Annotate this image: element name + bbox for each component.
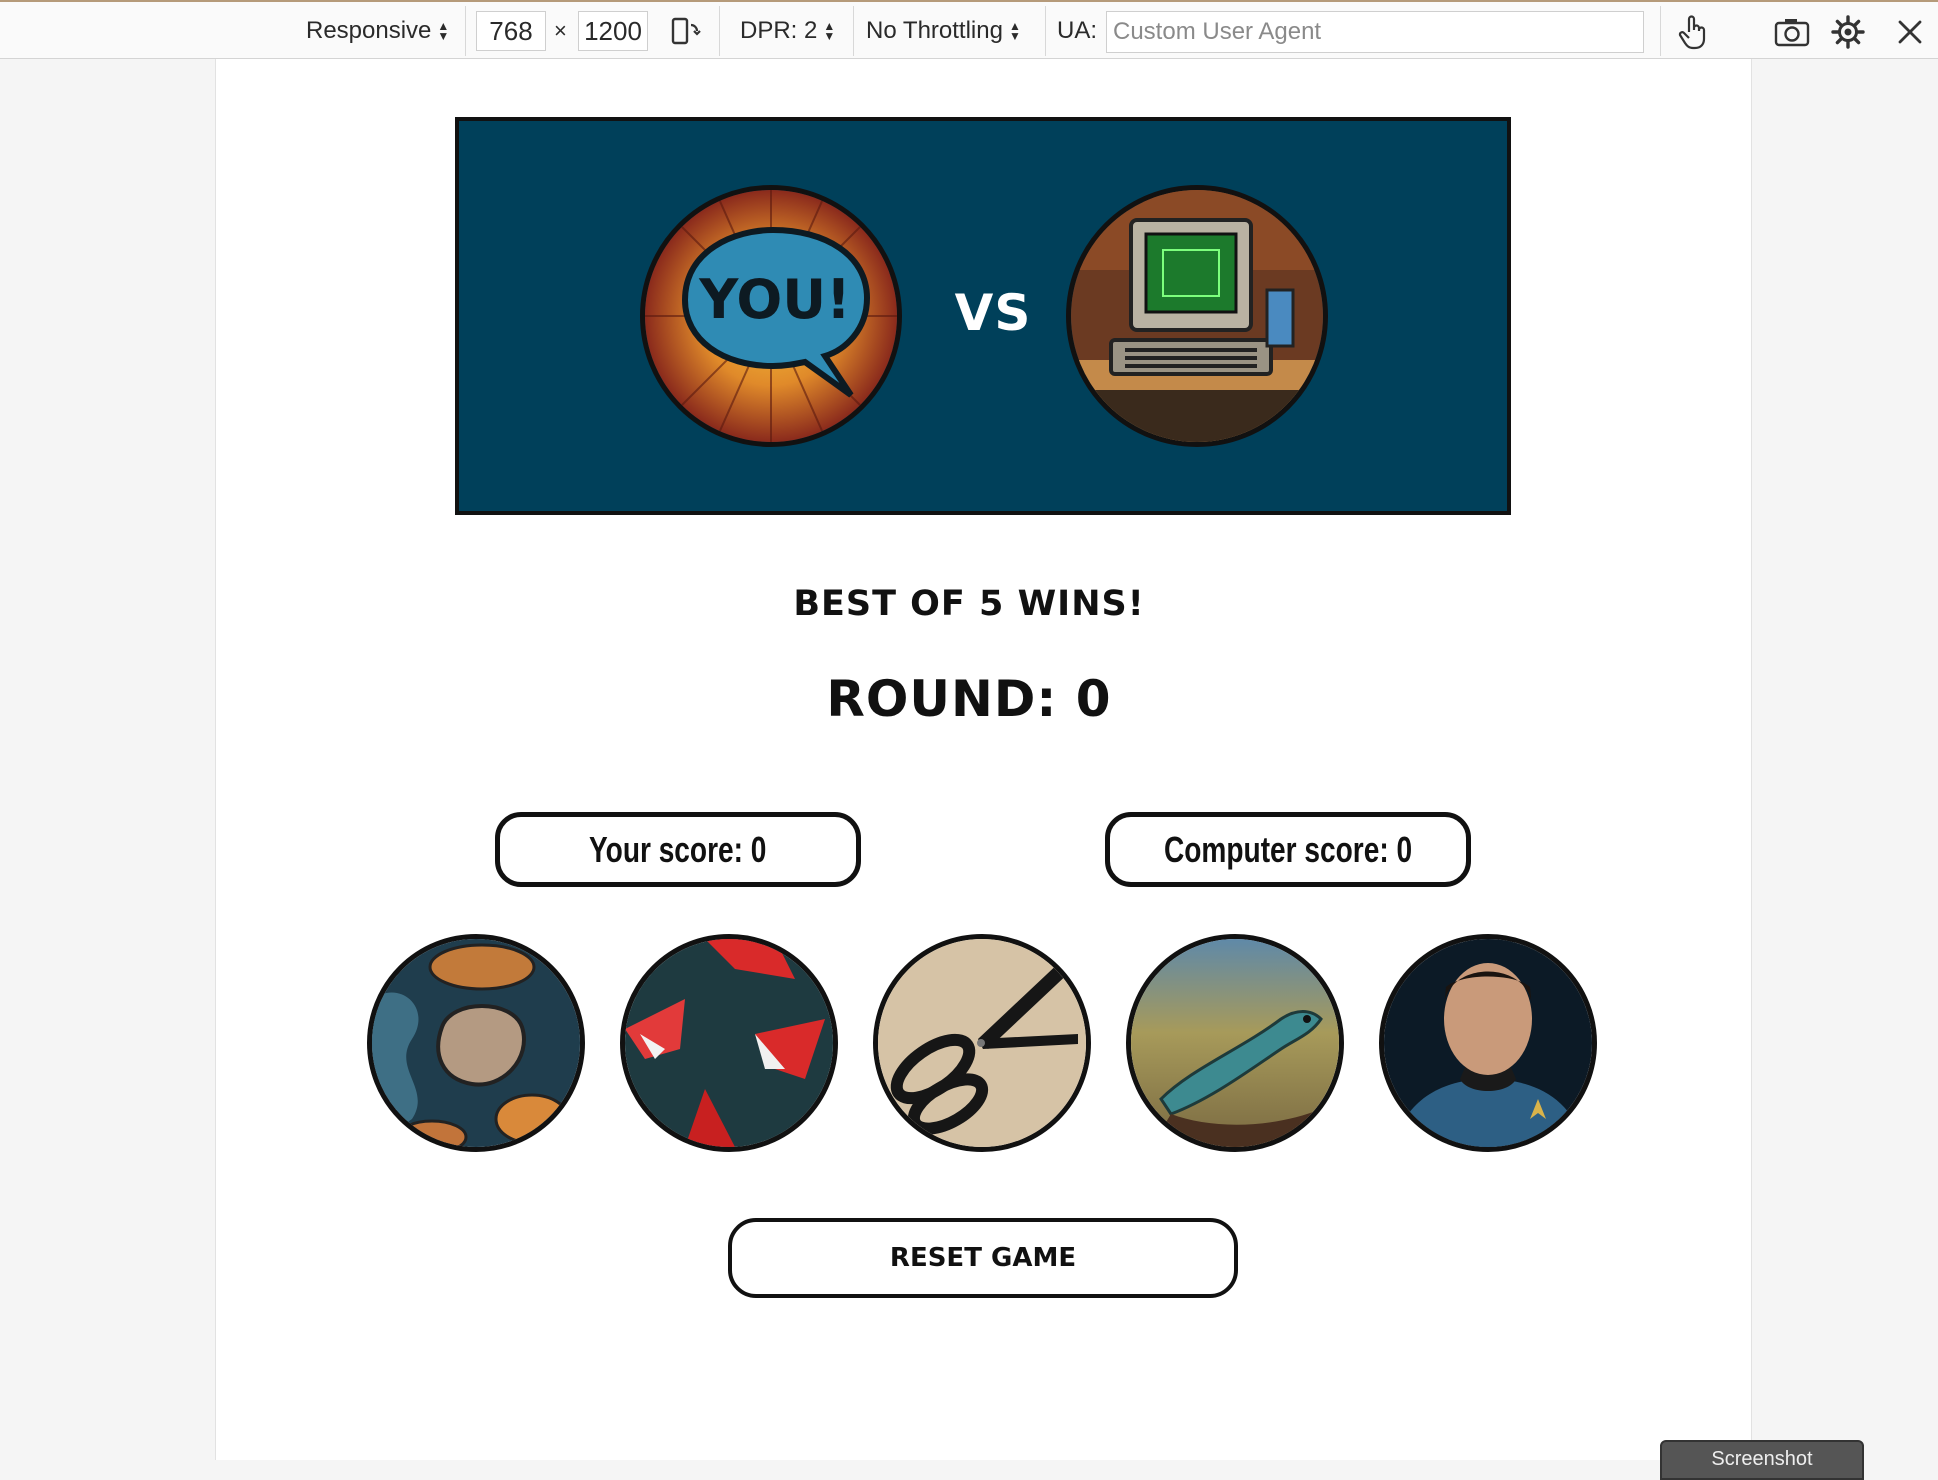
- player-bubble-text: YOU!: [698, 268, 851, 331]
- paper-icon: [625, 939, 833, 1147]
- dpr-label: DPR: 2: [740, 16, 818, 44]
- computer-score-box: Computer score: 0: [1105, 812, 1471, 887]
- round-heading: ROUND: 0: [826, 670, 1112, 728]
- spock-choice-button[interactable]: [1379, 934, 1597, 1152]
- vs-label: VS: [954, 284, 1032, 342]
- rotate-viewport-icon[interactable]: [666, 12, 706, 52]
- computer-score-text: Computer score: 0: [1163, 828, 1413, 870]
- throttling-select[interactable]: No Throttling ▲ ▼: [866, 2, 1021, 59]
- device-mode-label: Responsive: [306, 16, 432, 44]
- select-arrows-icon: ▲ ▼: [437, 18, 450, 43]
- best-of-heading: BEST OF 5 WINS!: [793, 584, 1145, 624]
- scissors-icon: [878, 939, 1086, 1147]
- paper-choice-button[interactable]: [620, 934, 838, 1152]
- times-sign: ×: [554, 17, 567, 43]
- settings-gear-icon[interactable]: [1828, 12, 1868, 52]
- close-icon[interactable]: [1890, 12, 1930, 52]
- select-arrows-icon: ▲ ▼: [823, 18, 836, 43]
- scissors-choice-button[interactable]: [873, 934, 1091, 1152]
- computer-avatar: [1066, 185, 1328, 447]
- responsive-toolbar: Responsive ▲ ▼ 768 × 1200 DPR: 2 ▲ ▼ No Th…: [0, 0, 1938, 59]
- rock-choice-button[interactable]: [367, 934, 585, 1152]
- lizard-choice-button[interactable]: [1126, 934, 1344, 1152]
- rock-icon: [372, 939, 580, 1147]
- viewport-width-input[interactable]: 768: [476, 11, 546, 51]
- viewport-height-input[interactable]: 1200: [578, 11, 648, 51]
- player-avatar: YOU!: [640, 185, 902, 447]
- lizard-icon: [1131, 939, 1339, 1147]
- player-score-text: Your score: 0: [589, 828, 767, 870]
- user-agent-input[interactable]: Custom User Agent: [1106, 11, 1644, 53]
- hero-banner: YOU! VS: [455, 117, 1511, 515]
- dpr-select[interactable]: DPR: 2 ▲ ▼: [740, 2, 835, 59]
- reset-game-button[interactable]: RESET GAME: [728, 1218, 1238, 1298]
- player-score-box: Your score: 0: [495, 812, 861, 887]
- select-arrows-icon: ▲ ▼: [1008, 18, 1021, 43]
- touch-simulation-icon[interactable]: [1673, 12, 1713, 52]
- device-mode-select[interactable]: Responsive ▲ ▼: [306, 2, 449, 59]
- throttling-label: No Throttling: [866, 16, 1003, 44]
- camera-icon[interactable]: [1772, 12, 1812, 52]
- ua-label: UA:: [1057, 16, 1098, 44]
- spock-icon: [1384, 939, 1592, 1147]
- screenshot-button[interactable]: Screenshot: [1660, 1440, 1864, 1480]
